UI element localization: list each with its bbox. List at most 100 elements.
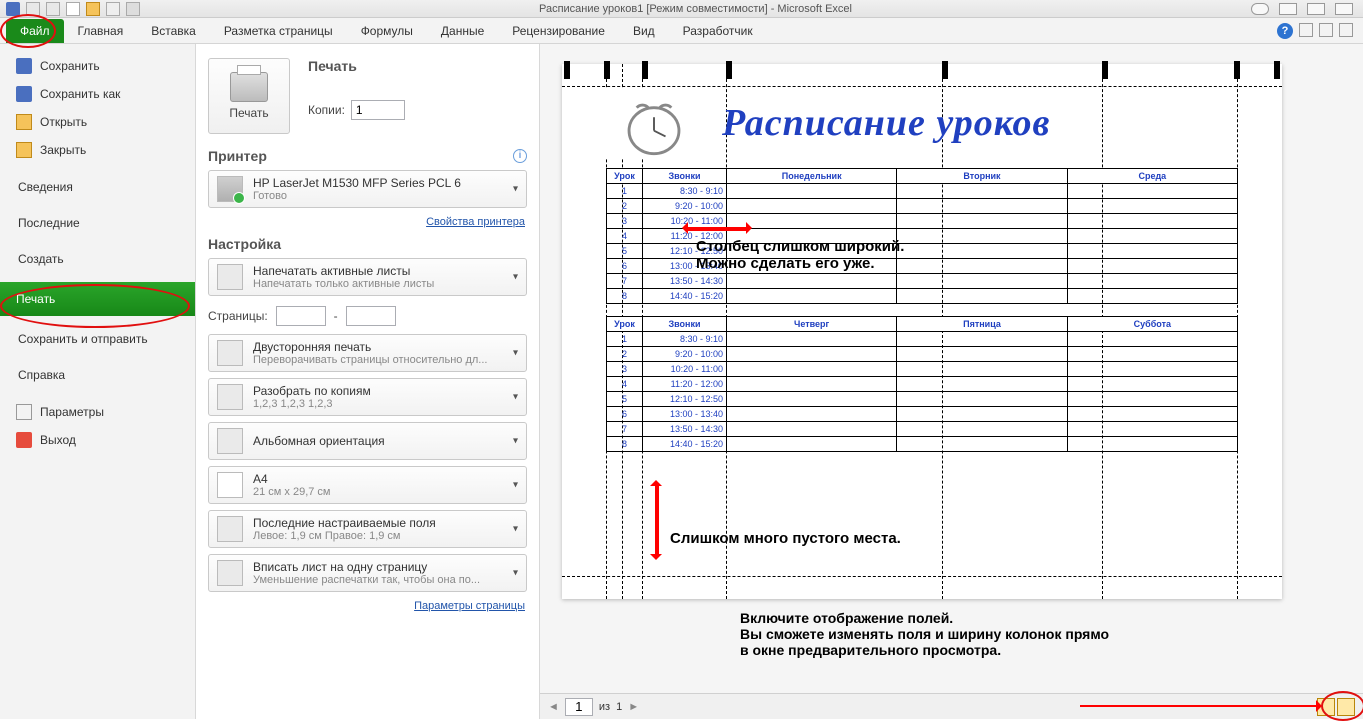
minimize-icon[interactable]: [1279, 3, 1297, 15]
sidebar-item-open[interactable]: Открыть: [0, 108, 195, 136]
cell-day: [897, 259, 1067, 274]
qat-redo-icon[interactable]: [46, 2, 60, 16]
sidebar-item-exit[interactable]: Выход: [0, 426, 195, 454]
cell-day: [1067, 274, 1237, 289]
cell-day: [727, 259, 897, 274]
sidebar-item-saveas[interactable]: Сохранить как: [0, 80, 195, 108]
zoom-page-icon[interactable]: [1337, 698, 1355, 716]
cell-day: [897, 274, 1067, 289]
table-row: 5 12:10 - 12:50: [607, 392, 1238, 407]
title-bar: Расписание уроков1 [Режим совместимости]…: [0, 0, 1363, 18]
printer-header: Принтер: [208, 148, 267, 164]
next-page-icon[interactable]: ►: [628, 701, 639, 713]
cell-lesson: 1: [607, 184, 643, 199]
pages-to-input[interactable]: [346, 306, 396, 326]
cell-day: [897, 184, 1067, 199]
margin-handle[interactable]: [642, 61, 648, 79]
cell-day: [1067, 407, 1237, 422]
cell-lesson: 3: [607, 214, 643, 229]
margin-handle[interactable]: [1274, 61, 1280, 79]
save-as-icon: [16, 86, 32, 102]
cell-time: 13:50 - 14:30: [643, 274, 727, 289]
margin-line[interactable]: [562, 86, 1282, 87]
margin-handle[interactable]: [942, 61, 948, 79]
cell-day: [897, 422, 1067, 437]
cell-day: [727, 362, 897, 377]
tab-formulas[interactable]: Формулы: [347, 19, 427, 43]
sidebar-item-help[interactable]: Справка: [0, 362, 195, 388]
table-row: 5 12:10 - 12:50: [607, 244, 1238, 259]
tab-data[interactable]: Данные: [427, 19, 498, 43]
qat-open-icon[interactable]: [86, 2, 100, 16]
qat-preview-icon[interactable]: [106, 2, 120, 16]
tab-home[interactable]: Главная: [64, 19, 138, 43]
print-scope-select[interactable]: Напечатать активные листы Напечатать тол…: [208, 258, 527, 296]
sidebar-item-share[interactable]: Сохранить и отправить: [0, 326, 195, 352]
qat-undo-icon[interactable]: [26, 2, 40, 16]
schedule-table-1: Урок Звонки Понедельник Вторник Среда 1 …: [606, 168, 1238, 304]
col-header: Вторник: [897, 169, 1067, 184]
papersize-select[interactable]: A4 21 см x 29,7 см: [208, 466, 527, 504]
cell-day: [1067, 392, 1237, 407]
sidebar-item-label: Параметры: [40, 405, 104, 419]
help-icon[interactable]: ?: [1277, 23, 1293, 39]
cell-time: 13:00 - 13:40: [643, 259, 727, 274]
copies-input[interactable]: [351, 100, 405, 120]
restore-window-icon[interactable]: [1319, 23, 1333, 37]
qat-save-icon[interactable]: [6, 2, 20, 16]
paper-icon: [217, 472, 243, 498]
margin-handle[interactable]: [604, 61, 610, 79]
tab-review[interactable]: Рецензирование: [498, 19, 619, 43]
sidebar-item-label: Сведения: [18, 180, 73, 194]
close-icon[interactable]: [1335, 3, 1353, 15]
maximize-icon[interactable]: [1307, 3, 1325, 15]
page-setup-link[interactable]: Параметры страницы: [414, 600, 525, 612]
page-current-input[interactable]: [565, 698, 593, 716]
qat-print-icon[interactable]: [126, 2, 140, 16]
sidebar-item-close[interactable]: Закрыть: [0, 136, 195, 164]
print-button[interactable]: Печать: [208, 58, 290, 134]
info-icon[interactable]: i: [513, 149, 527, 163]
sidebar-item-options[interactable]: Параметры: [0, 398, 195, 426]
cell-lesson: 8: [607, 289, 643, 304]
min-ribbon-icon[interactable]: [1299, 23, 1313, 37]
tab-view[interactable]: Вид: [619, 19, 669, 43]
sidebar-item-info[interactable]: Сведения: [0, 174, 195, 200]
close-doc-icon[interactable]: [1339, 23, 1353, 37]
sidebar-item-save[interactable]: Сохранить: [0, 52, 195, 80]
margins-select[interactable]: Последние настраиваемые поля Левое: 1,9 …: [208, 510, 527, 548]
preview-canvas: Расписание уроков Урок Звонки Понедельни…: [540, 44, 1363, 693]
save-icon: [16, 58, 32, 74]
pages-from-input[interactable]: [276, 306, 326, 326]
sidebar-item-label: Сохранить: [40, 59, 100, 73]
tab-developer[interactable]: Разработчик: [669, 19, 767, 43]
margin-handle[interactable]: [1234, 61, 1240, 79]
tab-file[interactable]: Файл: [6, 19, 64, 43]
ribbon-right: ?: [1277, 23, 1363, 39]
tab-layout[interactable]: Разметка страницы: [210, 19, 347, 43]
margin-line[interactable]: [562, 576, 1282, 577]
ribbon-tabs: Файл Главная Вставка Разметка страницы Ф…: [0, 18, 1363, 44]
presentation-icon[interactable]: [1251, 3, 1269, 15]
table-row: 6 13:00 - 13:40: [607, 407, 1238, 422]
collate-select[interactable]: Разобрать по копиям 1,2,3 1,2,3 1,2,3: [208, 378, 527, 416]
printer-select[interactable]: HP LaserJet M1530 MFP Series PCL 6 Готов…: [208, 170, 527, 208]
sidebar-item-new[interactable]: Создать: [0, 246, 195, 272]
margin-handle[interactable]: [726, 61, 732, 79]
sidebar-item-recent[interactable]: Последние: [0, 210, 195, 236]
table-row: 2 9:20 - 10:00: [607, 199, 1238, 214]
col-header: Суббота: [1067, 317, 1237, 332]
margin-handle[interactable]: [1102, 61, 1108, 79]
sidebar-item-print[interactable]: Печать: [0, 282, 195, 316]
qat-new-icon[interactable]: [66, 2, 80, 16]
scaling-select[interactable]: Вписать лист на одну страницу Уменьшение…: [208, 554, 527, 592]
prev-page-icon[interactable]: ◄: [548, 701, 559, 713]
orientation-select[interactable]: Альбомная ориентация: [208, 422, 527, 460]
duplex-select[interactable]: Двусторонняя печать Переворачивать стран…: [208, 334, 527, 372]
margin-handle[interactable]: [564, 61, 570, 79]
col-header: Звонки: [643, 317, 727, 332]
cell-time: 10:20 - 11:00: [643, 362, 727, 377]
table-row: 7 13:50 - 14:30: [607, 274, 1238, 289]
tab-insert[interactable]: Вставка: [137, 19, 210, 43]
printer-properties-link[interactable]: Свойства принтера: [426, 216, 525, 228]
